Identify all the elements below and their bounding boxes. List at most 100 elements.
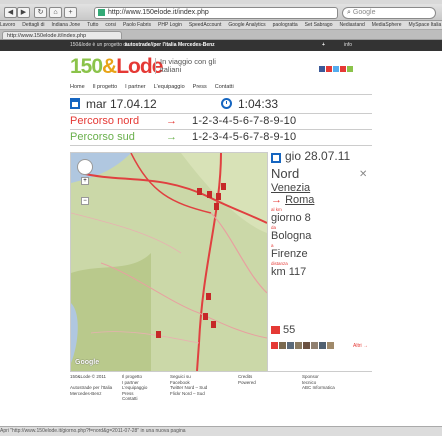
bookmark-item[interactable]: Set Sabrago — [305, 22, 333, 28]
nav-item-contatti[interactable]: Contatti — [215, 84, 234, 90]
bookmark-item[interactable]: Lavoro — [0, 22, 15, 28]
more-photos-link[interactable]: Altri → — [353, 343, 368, 349]
calendar-icon — [70, 98, 80, 109]
zoom-out-button[interactable]: − — [81, 197, 89, 205]
bookmark-add-icon[interactable]: + — [64, 7, 77, 18]
tab-current[interactable]: http://www.150elode.it/index.php — [2, 31, 122, 39]
arrow-right-icon: → — [166, 131, 177, 143]
footer-col-brand: 150&Lode © 2011 Autostrade per l'Italia Me… — [70, 374, 112, 396]
footer-link[interactable]: Mercedes-Benz — [70, 391, 112, 397]
home-icon[interactable]: ⌂ — [49, 7, 62, 18]
sponsor2-logo[interactable]: Mercedes-Benz — [178, 40, 215, 51]
divider — [70, 113, 372, 114]
nav-item-press[interactable]: Press — [193, 84, 207, 90]
current-time: 1:04:33 — [238, 97, 279, 111]
footer-link[interactable]: Powered — [238, 380, 256, 386]
calendar-icon — [271, 153, 281, 163]
date-time-row: mar 17.04.12 1:04:33 — [70, 97, 372, 111]
footer-link[interactable]: ABC Informatica — [302, 385, 335, 391]
browser-window: ◀ ▶ ↻ ⌂ + http://www.150elode.it/index.p… — [0, 0, 442, 436]
site-logo[interactable]: 150&Lode — [70, 55, 163, 78]
photo-thumb[interactable] — [295, 342, 302, 349]
twitter-icon[interactable] — [333, 66, 339, 72]
youtube-icon[interactable] — [340, 66, 346, 72]
bookmarks-bar: Lavoro Dettagli di Indiana Jone Tutto corsi P… — [0, 21, 442, 30]
divider — [70, 145, 372, 146]
bookmark-item[interactable]: Indiana Jone — [52, 22, 81, 28]
route-nord-row: Percorso nord → 1-2-3-4-5-6-7-8-9-10 — [70, 115, 372, 128]
panel-day: giorno 8 — [271, 212, 311, 224]
photo-thumb[interactable] — [271, 342, 278, 349]
photo-thumb[interactable] — [287, 342, 294, 349]
bookmark-item[interactable]: Dettagli di — [22, 22, 44, 28]
footer-link[interactable]: Autostrade per l'Italia — [70, 385, 112, 391]
photo-thumb[interactable] — [319, 342, 326, 349]
nav-item-il-progetto[interactable]: Il progetto — [93, 84, 117, 90]
logo-part-amp: & — [102, 55, 117, 78]
route-sud-label[interactable]: Percorso sud — [70, 131, 135, 144]
bookmark-item[interactable]: Nediastand — [339, 22, 364, 28]
info-plus-icon[interactable]: + — [322, 40, 325, 51]
bookmark-item[interactable]: SpeedAccount — [189, 22, 222, 28]
bookmark-item[interactable]: MySpace Italia — [409, 22, 442, 28]
panel-to[interactable]: Roma — [285, 194, 314, 206]
bookmark-item[interactable]: corsi — [105, 22, 116, 28]
route-sud-steps[interactable]: 1-2-3-4-5-6-7-8-9-10 — [192, 131, 296, 144]
search-placeholder: Google — [352, 9, 376, 16]
footer-link[interactable]: Flickr Nord – Sud — [170, 391, 207, 397]
footer-link[interactable]: L'equipaggio — [122, 385, 147, 391]
footer-link[interactable]: Twitter Nord – Sud — [170, 385, 207, 391]
address-bar[interactable]: http://www.150elode.it/index.php — [94, 7, 338, 19]
map-brand: Google — [75, 359, 100, 366]
info-link[interactable]: info — [344, 40, 352, 51]
social-icons — [319, 59, 354, 77]
panel-city1: Bologna — [271, 230, 312, 242]
forward-icon[interactable]: ▶ — [17, 7, 30, 18]
facebook-icon[interactable] — [319, 66, 325, 72]
back-icon[interactable]: ◀ — [4, 7, 17, 18]
search-icon: ⌕ — [347, 9, 351, 16]
map-canvas — [71, 153, 267, 371]
route-map[interactable]: + − Google — [70, 152, 268, 372]
clock-icon — [221, 98, 232, 109]
logo-part-150: 150 — [70, 55, 103, 78]
web-page: 150&lode è un progetto di autostrade//pe… — [0, 40, 442, 426]
footer-link[interactable]: 150&Lode © 2011 — [70, 374, 112, 380]
panel-direction: Nord — [271, 166, 300, 181]
photo-thumb[interactable] — [311, 342, 318, 349]
footer-link[interactable]: Contatti — [122, 396, 147, 402]
route-nord-label[interactable]: Percorso nord — [70, 115, 139, 128]
bookmark-item[interactable]: paologratta — [273, 22, 298, 28]
bookmark-item[interactable]: Paolo Fabris — [123, 22, 151, 28]
photo-thumb[interactable] — [327, 342, 334, 349]
rss-icon[interactable] — [347, 66, 353, 72]
bookmark-item[interactable]: PHP Login — [158, 22, 182, 28]
nav-item-i-partner[interactable]: I partner — [125, 84, 145, 90]
nav-item-home[interactable]: Home — [70, 84, 85, 90]
address-text: http://www.150elode.it/index.php — [108, 9, 209, 16]
route-nord-steps[interactable]: 1-2-3-4-5-6-7-8-9-10 — [192, 115, 296, 128]
flickr-icon[interactable] — [326, 66, 332, 72]
map-pan-control[interactable] — [77, 159, 93, 175]
bookmark-item[interactable]: Tutto — [87, 22, 98, 28]
arrow-right-icon: → — [166, 115, 177, 127]
project-of-text: 150&lode è un progetto di — [70, 42, 128, 48]
photo-thumb[interactable] — [279, 342, 286, 349]
search-field[interactable]: ⌕ Google — [342, 7, 436, 19]
sponsor-logo[interactable]: autostrade//per l'italia — [125, 40, 176, 51]
panel-from[interactable]: Venezia — [271, 182, 372, 194]
favicon-icon — [98, 9, 105, 16]
nav-item-l-equipaggio[interactable]: L'equipaggio — [154, 84, 185, 90]
footer-col-sponsor: Sponsor tecnico ABC Informatica — [302, 374, 335, 391]
panel-city2: Firenze — [271, 248, 308, 260]
bookmark-item[interactable]: MediaSphere — [372, 22, 402, 28]
tagline: In viaggio con gli italiani — [155, 58, 220, 74]
browser-toolbar: ◀ ▶ ↻ ⌂ + http://www.150elode.it/index.p… — [0, 4, 442, 21]
photo-thumb[interactable] — [303, 342, 310, 349]
photos-count: 55 — [283, 324, 296, 336]
divider — [70, 371, 372, 372]
footer-col-social: Seguici su Facebook Twitter Nord – Sud Flic… — [170, 374, 207, 396]
bookmark-item[interactable]: Google Analytics — [228, 22, 265, 28]
reload-icon[interactable]: ↻ — [34, 7, 47, 18]
zoom-in-button[interactable]: + — [81, 177, 89, 185]
